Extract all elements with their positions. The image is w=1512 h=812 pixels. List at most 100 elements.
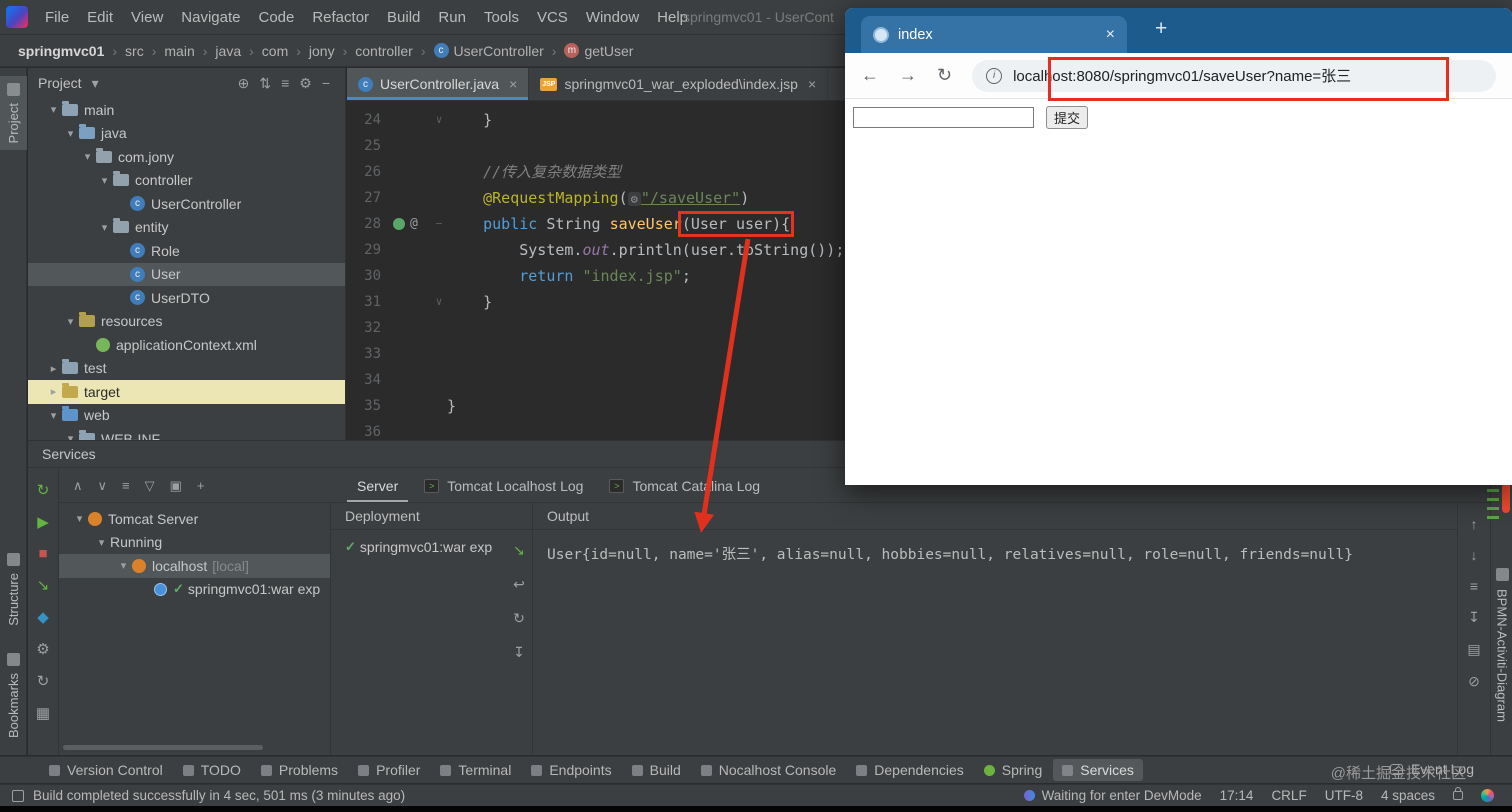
menu-code[interactable]: Code	[249, 4, 303, 31]
ide-status-icon[interactable]	[1481, 789, 1494, 802]
redeploy-icon[interactable]: ↻	[513, 610, 525, 627]
soft-wrap-icon[interactable]: ≡	[1470, 578, 1478, 594]
tool-strip-item-structure[interactable]: Structure	[0, 546, 27, 633]
deployment-item[interactable]: ✓ springmvc01:war exp	[331, 530, 506, 555]
chevron-right-icon[interactable]: ▸	[45, 362, 62, 375]
browser-tab[interactable]: index ×	[861, 16, 1127, 53]
tree-item-running[interactable]: ▾ Running	[59, 531, 330, 555]
publish-icon[interactable]: ↘	[513, 542, 525, 559]
services-tab-tomcat-catalina-log[interactable]: > Tomcat Catalina Log	[599, 469, 770, 502]
stop-icon[interactable]: ■	[38, 545, 47, 562]
tree-item-springmvc01-war-exp[interactable]: ✓ springmvc01:war exp	[59, 578, 330, 602]
tree-item-web-inf[interactable]: ▾ WEB-INF	[28, 427, 345, 440]
rerun-server-icon[interactable]: ↻	[37, 481, 50, 499]
chevron-down-icon[interactable]: ▾	[96, 174, 113, 187]
menu-vcs[interactable]: VCS	[528, 4, 577, 31]
menu-navigate[interactable]: Navigate	[172, 4, 249, 31]
tool-strip-item-project[interactable]: Project	[0, 76, 27, 151]
settings-icon[interactable]: ⚙	[36, 640, 49, 658]
breadcrumb-item-java[interactable]: java	[215, 43, 241, 59]
close-tab-icon[interactable]: ×	[808, 76, 816, 92]
fold-marker-icon[interactable]: −	[431, 211, 447, 237]
tree-item-entity[interactable]: ▾ entity	[28, 216, 345, 240]
services-tab-server[interactable]: Server	[347, 469, 408, 502]
breadcrumb-item-com[interactable]: com	[262, 43, 288, 59]
debug-icon[interactable]: ◆	[37, 608, 49, 626]
line-ending-widget[interactable]: CRLF	[1271, 788, 1306, 803]
rollback-icon[interactable]: ↩	[513, 576, 525, 593]
fold-marker-icon[interactable]: ∨	[431, 107, 447, 133]
forward-icon[interactable]: →	[899, 65, 917, 86]
tool-tab-problems[interactable]: Problems	[252, 759, 347, 781]
horizontal-scrollbar[interactable]	[63, 745, 263, 750]
menu-view[interactable]: View	[122, 4, 172, 31]
close-tab-icon[interactable]: ×	[509, 76, 517, 92]
tool-tab-endpoints[interactable]: Endpoints	[522, 759, 620, 781]
fold-marker-icon[interactable]: ∨	[431, 289, 447, 315]
scroll-down-icon[interactable]: ↓	[1471, 547, 1478, 563]
run-icon[interactable]: ▶	[37, 513, 49, 531]
menu-build[interactable]: Build	[378, 4, 429, 31]
chevron-right-icon[interactable]: ▸	[45, 385, 62, 398]
tool-tab-build[interactable]: Build	[623, 759, 690, 781]
tool-tab-version-control[interactable]: Version Control	[40, 759, 172, 781]
tree-item-user[interactable]: c User	[28, 262, 345, 286]
editor-tab-springmvc01-war-exploded-index-jsp[interactable]: JSP springmvc01_war_exploded\index.jsp ×	[529, 68, 829, 100]
breadcrumb-item-usercontroller[interactable]: c UserController	[433, 43, 544, 59]
menu-tools[interactable]: Tools	[475, 4, 528, 31]
deploy-icon[interactable]: ↘	[37, 576, 50, 594]
editor-tab-usercontroller-java[interactable]: c UserController.java ×	[347, 68, 530, 100]
chevron-down-icon[interactable]: ▾	[45, 409, 62, 422]
breadcrumb-item-controller[interactable]: controller	[355, 43, 413, 59]
tree-item-web[interactable]: ▾ web	[28, 404, 345, 428]
tree-item-localhost[interactable]: ▾ localhost [local]	[59, 554, 330, 578]
tree-item-main[interactable]: ▾ main	[28, 98, 345, 122]
layout-icon[interactable]: ▦	[36, 704, 50, 722]
site-info-icon[interactable]: i	[986, 67, 1003, 84]
expand-collapse-icon[interactable]: ⇅	[254, 75, 276, 92]
tool-tab-terminal[interactable]: Terminal	[431, 759, 520, 781]
menu-edit[interactable]: Edit	[78, 4, 122, 31]
tree-item-applicationcontext-xml[interactable]: applicationContext.xml	[28, 333, 345, 357]
chevron-down-icon[interactable]: ▾	[93, 536, 110, 549]
address-bar[interactable]: i localhost:8080/springmvc01/saveUser?na…	[972, 59, 1496, 92]
locate-file-icon[interactable]: ⊕	[233, 75, 255, 92]
build-status[interactable]: Build completed successfully in 4 sec, 5…	[12, 788, 405, 803]
tool-tab-profiler[interactable]: Profiler	[349, 759, 429, 781]
collapse-all-icon[interactable]: ∧	[73, 478, 83, 494]
name-input[interactable]	[853, 107, 1034, 128]
tree-item-test[interactable]: ▸ test	[28, 357, 345, 381]
float-mode-icon[interactable]: ▣	[170, 478, 182, 494]
chevron-down-icon[interactable]: ▾	[45, 103, 62, 116]
chevron-down-icon[interactable]: ▾	[79, 150, 96, 163]
devmode-status[interactable]: Waiting for enter DevMode	[1023, 788, 1202, 803]
services-tab-tomcat-localhost-log[interactable]: > Tomcat Localhost Log	[414, 469, 593, 502]
tool-tab-todo[interactable]: TODO	[174, 759, 250, 781]
options-icon[interactable]: ≡	[276, 75, 294, 92]
encoding-widget[interactable]: UTF-8	[1325, 788, 1363, 803]
tree-item-com-jony[interactable]: ▾ com.jony	[28, 145, 345, 169]
hide-panel-icon[interactable]: −	[317, 75, 335, 92]
tool-tab-spring[interactable]: Spring	[975, 759, 1051, 781]
tree-item-tomcat-server[interactable]: ▾ Tomcat Server	[59, 507, 330, 531]
idea-logo-icon[interactable]	[6, 6, 28, 28]
menu-file[interactable]: File	[36, 4, 78, 31]
tree-item-target[interactable]: ▸ target	[28, 380, 345, 404]
breadcrumb-item-springmvc01[interactable]: springmvc01	[18, 43, 104, 59]
breadcrumb-item-getuser[interactable]: m getUser	[564, 43, 633, 59]
reload-icon[interactable]: ↻	[937, 65, 952, 86]
chevron-down-icon[interactable]: ▾	[87, 75, 104, 92]
group-by-icon[interactable]: ≡	[122, 478, 130, 494]
tool-tab-dependencies[interactable]: Dependencies	[847, 759, 973, 781]
tree-item-controller[interactable]: ▾ controller	[28, 169, 345, 193]
tree-item-usercontroller[interactable]: c UserController	[28, 192, 345, 216]
menu-run[interactable]: Run	[429, 4, 475, 31]
indent-widget[interactable]: 4 spaces	[1381, 788, 1435, 803]
tool-strip-item-bpmn[interactable]: BPMN-Activiti-Diagram	[1491, 568, 1512, 722]
tool-strip-item-bookmarks[interactable]: Bookmarks	[0, 646, 27, 745]
scroll-to-end-icon[interactable]: ↧	[1468, 609, 1480, 626]
chevron-down-icon[interactable]: ▾	[71, 512, 88, 525]
menu-window[interactable]: Window	[577, 4, 648, 31]
new-tab-button[interactable]: +	[1155, 18, 1167, 39]
clear-output-icon[interactable]: ⊘	[1468, 673, 1480, 690]
